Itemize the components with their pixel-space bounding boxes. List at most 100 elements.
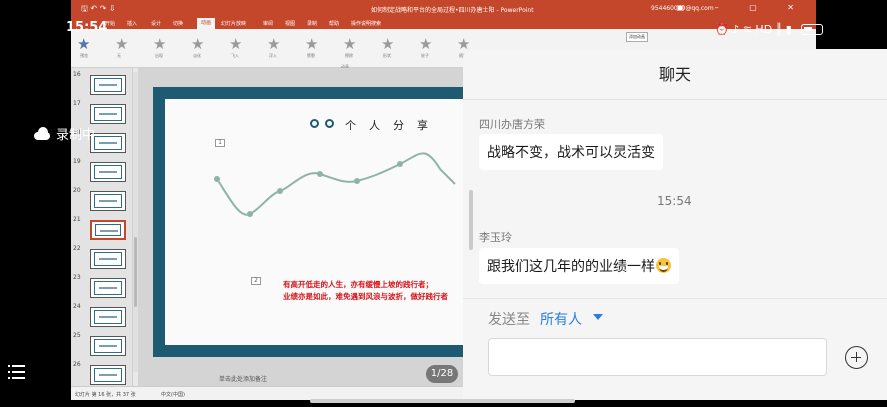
slide-preview: [90, 191, 126, 211]
ribbon-tab[interactable]: 切换: [173, 20, 183, 27]
slide-counter: 幻灯片 第 16 张，共 37 张: [75, 392, 136, 398]
add-attachment-button[interactable]: [845, 346, 868, 369]
page-indicator: 1/28: [426, 365, 458, 383]
slide-thumbnail[interactable]: 26: [73, 361, 133, 385]
chat-scrollbar[interactable]: [469, 190, 473, 250]
send-to-label: 发送至: [488, 312, 530, 328]
phone-status-icons: ⏰ ♪ ≋ HD ║ ▮: [715, 18, 823, 40]
grinning-emoji-icon: [656, 258, 671, 273]
language-indicator: 中文(中国): [161, 392, 185, 398]
animation-effect-star-icon[interactable]: ★: [229, 35, 242, 53]
animation-effect-star-icon[interactable]: ★: [191, 35, 204, 53]
status-glyphs: ⏰ ♪ ≋ HD ║ ▮: [715, 22, 792, 36]
slide-preview: [90, 162, 126, 182]
slide-number: 26: [73, 361, 81, 368]
list-menu-icon[interactable]: [8, 364, 26, 380]
screen: 🖫 ↶ ↷ ⇩ 如何制定战略和平台的全局过程•四川办唐士阳 - PowerPoi…: [0, 0, 887, 407]
slide-preview: [90, 75, 126, 95]
slide-thumbnail[interactable]: 23: [73, 274, 133, 298]
slide-thumbnail[interactable]: 16: [73, 71, 133, 95]
ppt-titlebar: 🖫 ↶ ↷ ⇩ 如何制定战略和平台的全局过程•四川办唐士阳 - PowerPoi…: [71, 0, 816, 17]
chat-title: 聊天: [463, 49, 887, 100]
slide-thumbnail[interactable]: 19: [73, 158, 133, 182]
message-text: 跟我们这几年的的业绩一样: [487, 259, 655, 275]
home-indicator[interactable]: [310, 399, 575, 403]
animation-effect-star-icon[interactable]: ★: [381, 35, 394, 53]
animation-effect-star-icon[interactable]: ★: [343, 35, 356, 53]
clock: 15:54: [66, 20, 108, 35]
slide-preview: [90, 307, 126, 327]
message-bubble[interactable]: 跟我们这几年的的业绩一样: [479, 248, 679, 284]
animation-effect-star-icon[interactable]: ★: [153, 35, 166, 53]
slide-number: 17: [73, 100, 81, 107]
slide-preview: [90, 133, 126, 153]
ribbon-tab[interactable]: 设计: [151, 20, 161, 27]
slide-number: 23: [73, 274, 81, 281]
slide-number: 22: [73, 245, 81, 252]
slide-thumbnail-pane: 16 17 18 19 20 21 22 23 24 25 26: [71, 68, 133, 386]
title-dot-icon: [325, 119, 334, 128]
message-sender: 四川办唐方荣: [479, 118, 545, 131]
ribbon-tab[interactable]: 动画: [197, 18, 216, 29]
slide-line-1: 有高开低走的人生，亦有缓慢上坡的践行者；: [283, 280, 433, 289]
ribbon-tab[interactable]: 录制: [307, 20, 317, 27]
recording-indicator[interactable]: 录制中: [32, 124, 95, 143]
slide-number: 19: [73, 158, 81, 165]
cloud-icon: [32, 127, 52, 140]
slide-body-text: 有高开低走的人生，亦有缓慢上坡的践行者； 业绩亦是如此，难免遇到风浪与波折，做好…: [283, 279, 448, 303]
quick-access-toolbar[interactable]: 🖫 ↶ ↷ ⇩: [81, 3, 116, 17]
slide-preview: [90, 336, 126, 356]
slide-preview: [90, 278, 126, 298]
ribbon-tabs: 开始 插入 设计 切换 动画 幻灯片放映 审阅 视图 录制 帮助 操作说明搜索: [71, 17, 816, 29]
compose-area: 发送至 所有人: [463, 298, 887, 400]
animation-effect-label: 浮入: [269, 53, 277, 58]
slide-thumbnail[interactable]: 22: [73, 245, 133, 269]
animation-effect-label: 劈裂: [307, 53, 315, 58]
slide-preview: [90, 365, 126, 385]
dropdown-caret-icon[interactable]: [593, 314, 603, 320]
window-controls[interactable]: ▣ – ▢ ✕: [677, 3, 808, 12]
animation-effect-label: 淡化: [193, 53, 201, 58]
slide-preview: [90, 104, 126, 124]
chat-panel: 聊天 四川办唐方荣 战略不变，战术可以灵活变 15:54 李玉玲 跟我们这几年的…: [463, 49, 887, 400]
preview-star-icon[interactable]: ★: [77, 35, 90, 53]
message-input[interactable]: [488, 338, 827, 376]
ribbon-tab[interactable]: 幻灯片放映: [221, 20, 246, 27]
slide-number: 16: [73, 71, 81, 78]
slide-thumbnail[interactable]: 25: [73, 332, 133, 356]
message-text: 战略不变，战术可以灵活变: [487, 145, 655, 161]
add-animation-button[interactable]: 添加动画: [626, 32, 648, 42]
slide-preview: [90, 249, 126, 269]
ribbon-tab[interactable]: 审阅: [263, 20, 273, 27]
message-sender: 李玉玲: [479, 231, 512, 244]
animation-effect-star-icon[interactable]: ★: [305, 35, 318, 53]
slide-preview: [90, 220, 126, 240]
ribbon-tab[interactable]: 帮助: [329, 20, 339, 27]
animation-effect-star-icon[interactable]: ★: [267, 35, 280, 53]
slide-number: 25: [73, 332, 81, 339]
slide-number: 24: [73, 303, 81, 310]
slide-thumbnail[interactable]: 21: [73, 216, 133, 240]
slide-thumbnail[interactable]: 24: [73, 303, 133, 327]
animation-effect-star-icon[interactable]: ★: [115, 35, 128, 53]
message-bubble[interactable]: 战略不变，战术可以灵活变: [479, 134, 663, 170]
animation-effect-label: 形状: [383, 53, 391, 58]
recording-label: 录制中: [56, 128, 96, 143]
animation-effect-label: 出现: [155, 53, 163, 58]
animation-effect-label: 无: [117, 53, 121, 58]
animation-effect-label: 飞入: [231, 53, 239, 58]
ribbon-tab[interactable]: 视图: [285, 20, 295, 27]
animation-effect-star-icon[interactable]: ★: [419, 35, 432, 53]
slide-line-2: 业绩亦是如此，难免遇到风浪与波折，做好践行者: [283, 292, 448, 301]
ribbon-tab[interactable]: 插入: [127, 20, 137, 27]
slide-thumbnail[interactable]: 17: [73, 100, 133, 124]
ribbon-tab[interactable]: 操作说明搜索: [351, 20, 381, 27]
animation-effect-label: 轮子: [421, 53, 429, 58]
document-title: 如何制定战略和平台的全局过程•四川办唐士阳 - PowerPoint: [371, 7, 534, 14]
recipient-selector[interactable]: 所有人: [540, 309, 582, 329]
slide-thumbnail[interactable]: 20: [73, 187, 133, 211]
notes-placeholder[interactable]: 单击此处添加备注: [219, 374, 267, 383]
number-box: 2: [251, 277, 261, 285]
slide-title: 个人分享: [345, 119, 441, 132]
title-dot-icon: [310, 119, 319, 128]
